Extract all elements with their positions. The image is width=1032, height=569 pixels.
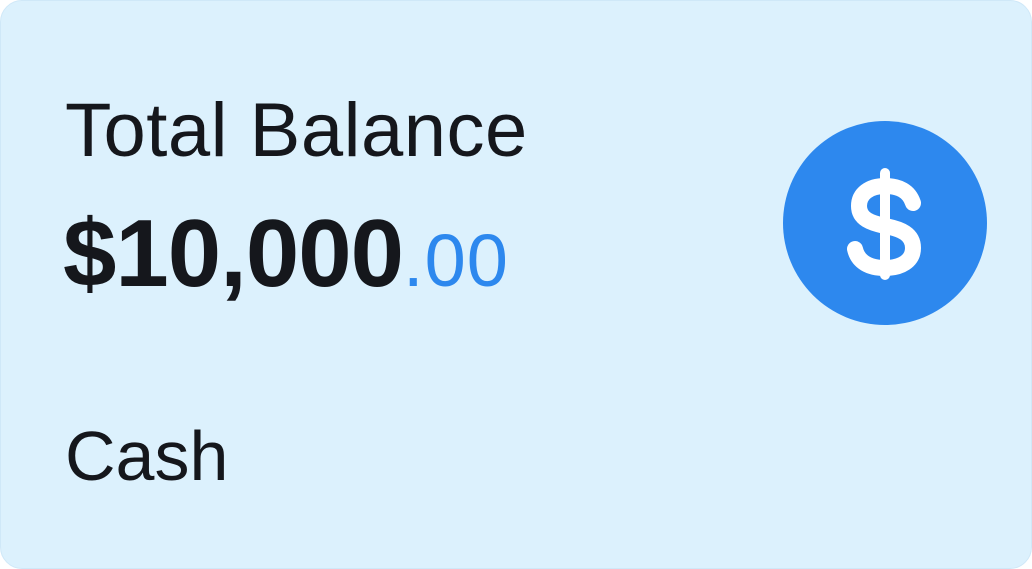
account-type-label: Cash [65, 417, 229, 495]
balance-whole-amount: $10,000 [63, 200, 404, 307]
dollar-sign-glyph [847, 168, 921, 280]
balance-card[interactable]: Total Balance $10,000.00 Cash [0, 0, 1032, 569]
balance-cents-amount: .00 [403, 219, 509, 302]
dollar-sign-icon [783, 121, 987, 325]
balance-amount: $10,000.00 [63, 206, 509, 302]
card-title: Total Balance [65, 88, 528, 173]
